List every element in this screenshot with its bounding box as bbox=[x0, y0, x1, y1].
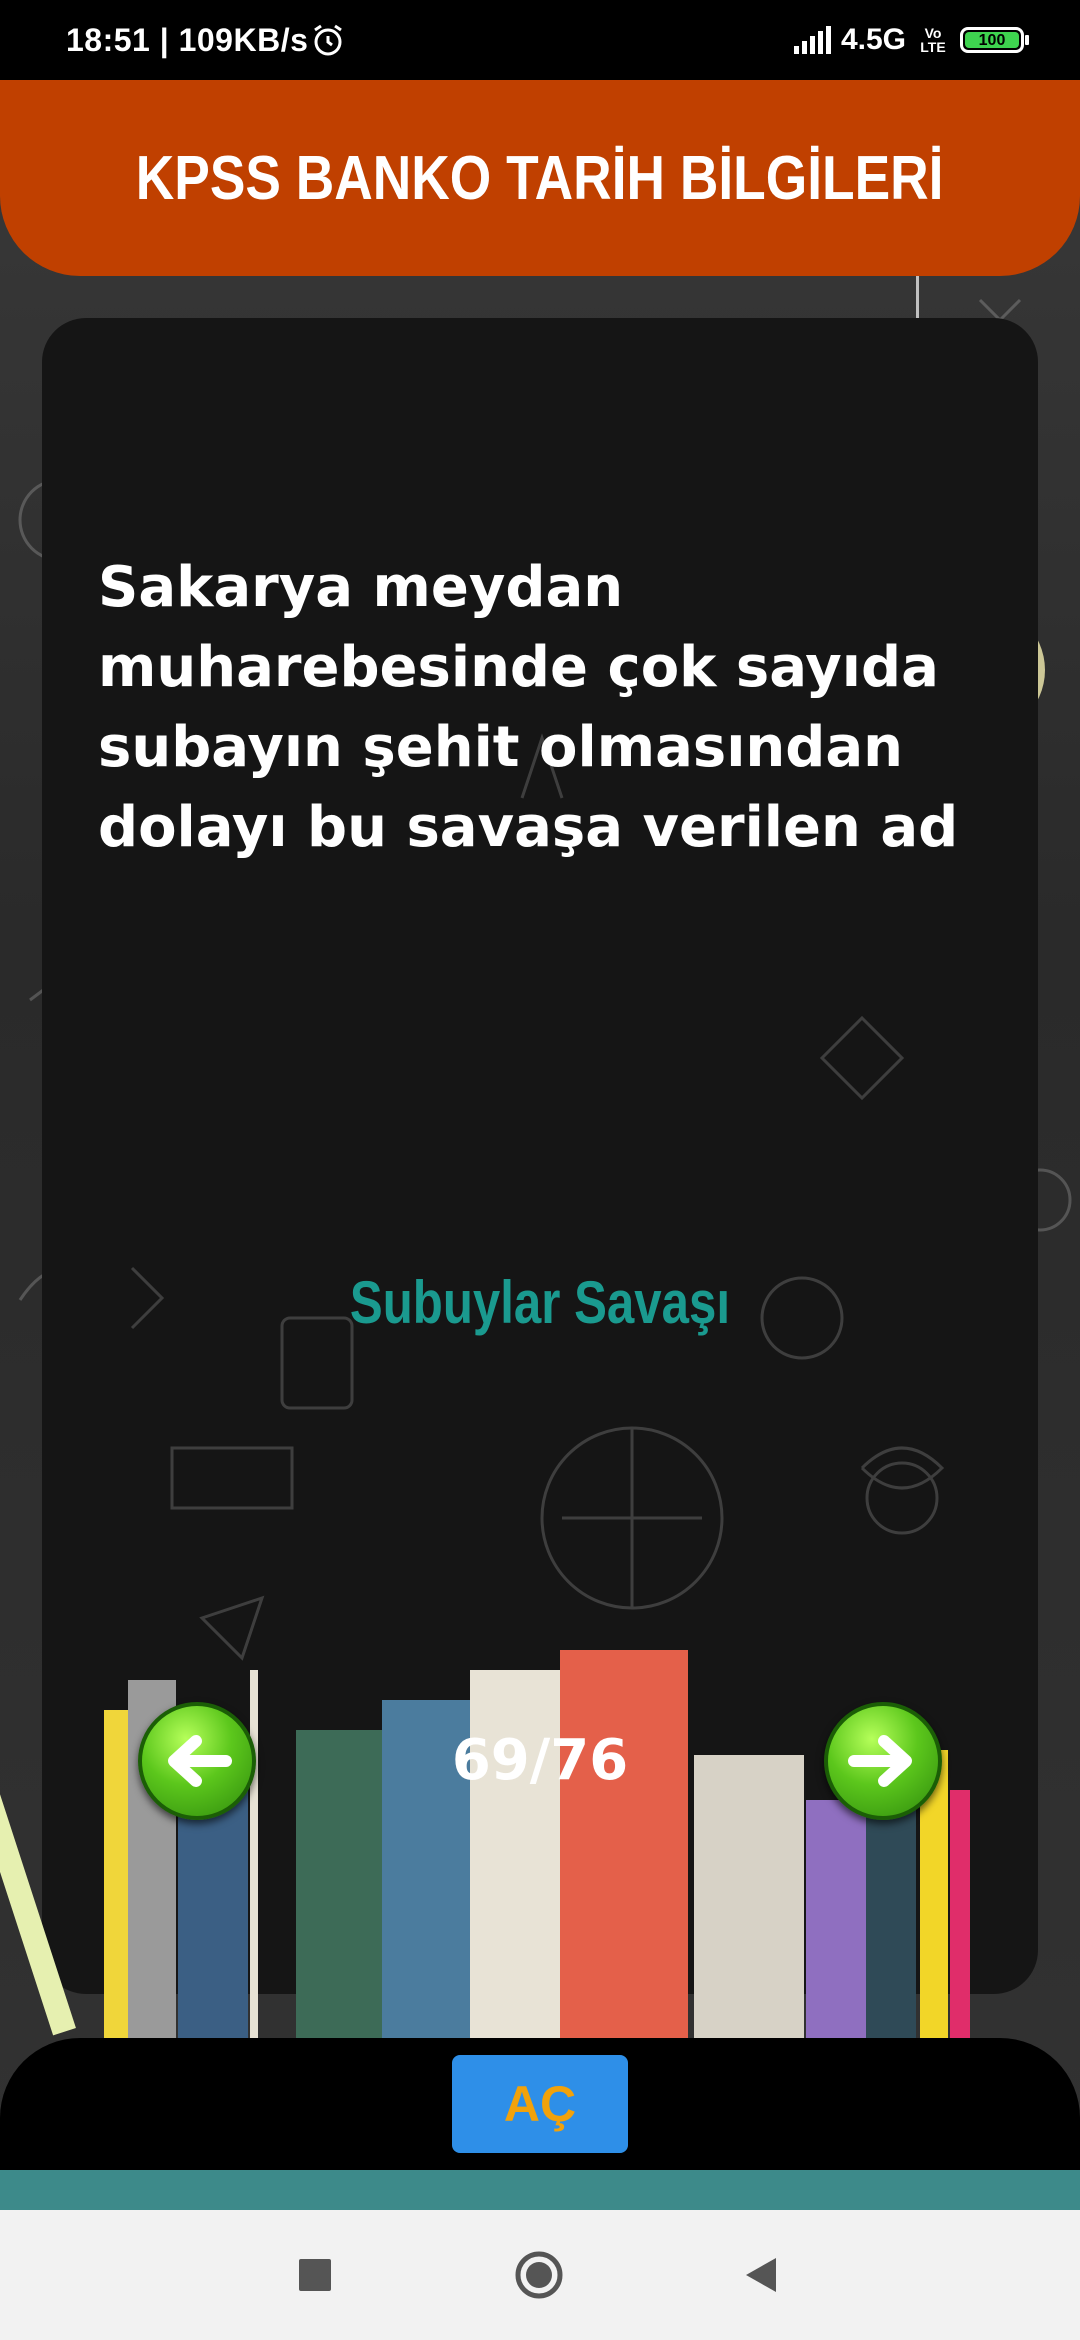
open-answer-button[interactable]: AÇ bbox=[452, 2055, 628, 2153]
arrow-right-icon bbox=[848, 1735, 912, 1787]
alarm-icon bbox=[314, 24, 342, 56]
books-decoration bbox=[0, 1650, 970, 2040]
app-screen: 18:51 | 109KB/s 4.5G Vo LTE 100 KPSS BAN… bbox=[0, 0, 1080, 2340]
recent-apps-button[interactable] bbox=[299, 2259, 331, 2291]
home-button[interactable] bbox=[514, 2250, 564, 2300]
signal-icon bbox=[793, 26, 831, 54]
status-time: 18:51 | 109KB/s bbox=[66, 22, 309, 58]
bottom-strip bbox=[0, 2170, 1080, 2210]
status-bar: 18:51 | 109KB/s 4.5G Vo LTE 100 bbox=[0, 0, 1080, 80]
status-indicators: 4.5G Vo LTE 100 bbox=[793, 20, 1029, 60]
page-title: KPSS BANKO TARİH BİLGİLERİ bbox=[136, 143, 944, 213]
answer-text: Subuylar Savaşı bbox=[349, 1269, 731, 1336]
question-text: Sakarya meydan muharebesinde çok sayıda … bbox=[98, 555, 959, 860]
network-type: 4.5G bbox=[840, 23, 906, 56]
back-button[interactable] bbox=[742, 2256, 778, 2294]
next-button[interactable] bbox=[824, 1702, 942, 1820]
volte-icon: Vo LTE bbox=[920, 25, 946, 55]
battery-icon: 100 bbox=[960, 27, 1029, 53]
app-header: KPSS BANKO TARİH BİLGİLERİ bbox=[0, 80, 1080, 276]
battery-level: 100 bbox=[965, 32, 1019, 49]
